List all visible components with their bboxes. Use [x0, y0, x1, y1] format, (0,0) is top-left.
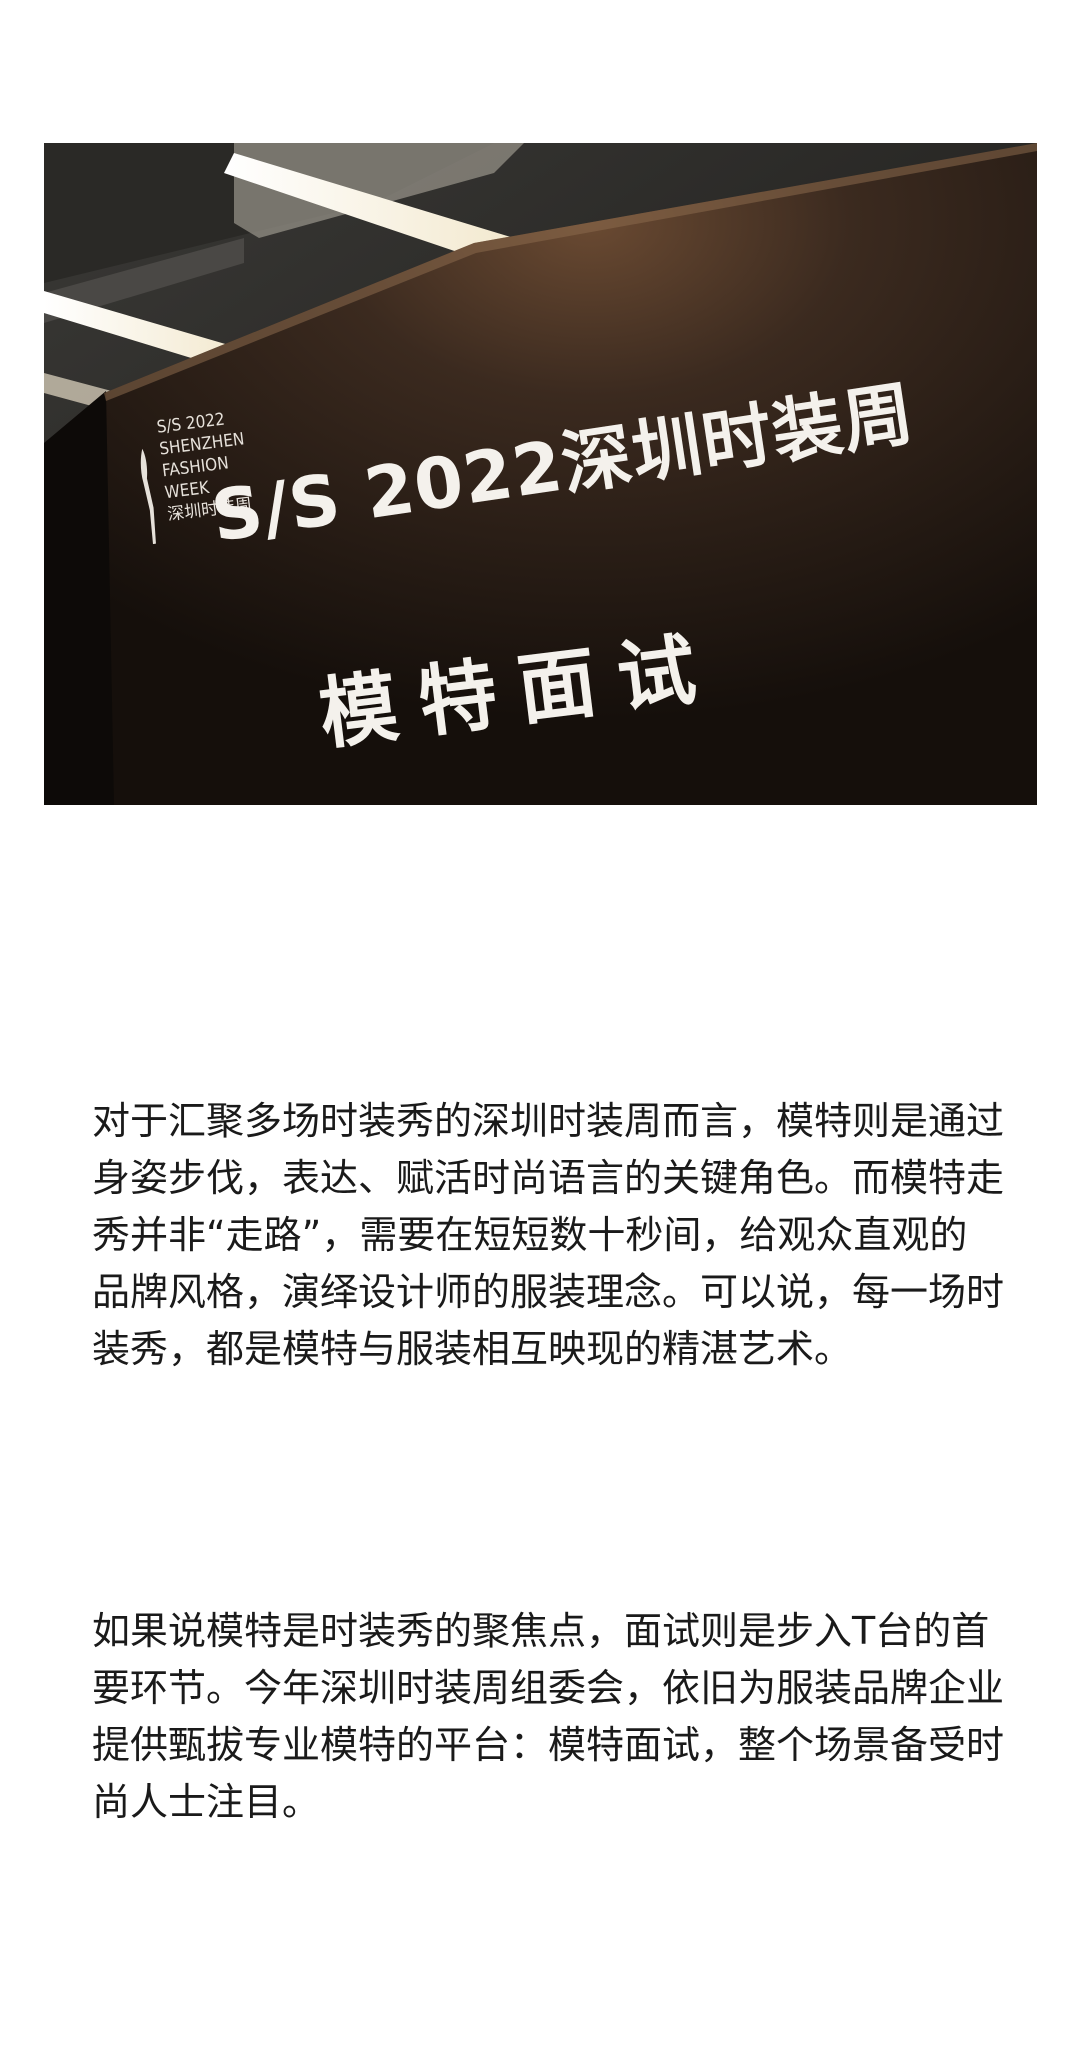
article-paragraph: 如果说模特是时装秀的聚焦点，面试则是步入T台的首要环节。今年深圳时装周组委会，依… [92, 1609, 1005, 1824]
model-silhouette-icon [140, 448, 156, 545]
article-paragraph: 对于汇聚多场时装秀的深圳时装周而言，模特则是通过身姿步伐，表达、赋活时尚语言的关… [92, 1099, 1005, 1371]
hero-photo: S/S 2022 SHENZHEN FASHION WEEK 深圳时装周 S/S… [44, 143, 1037, 805]
